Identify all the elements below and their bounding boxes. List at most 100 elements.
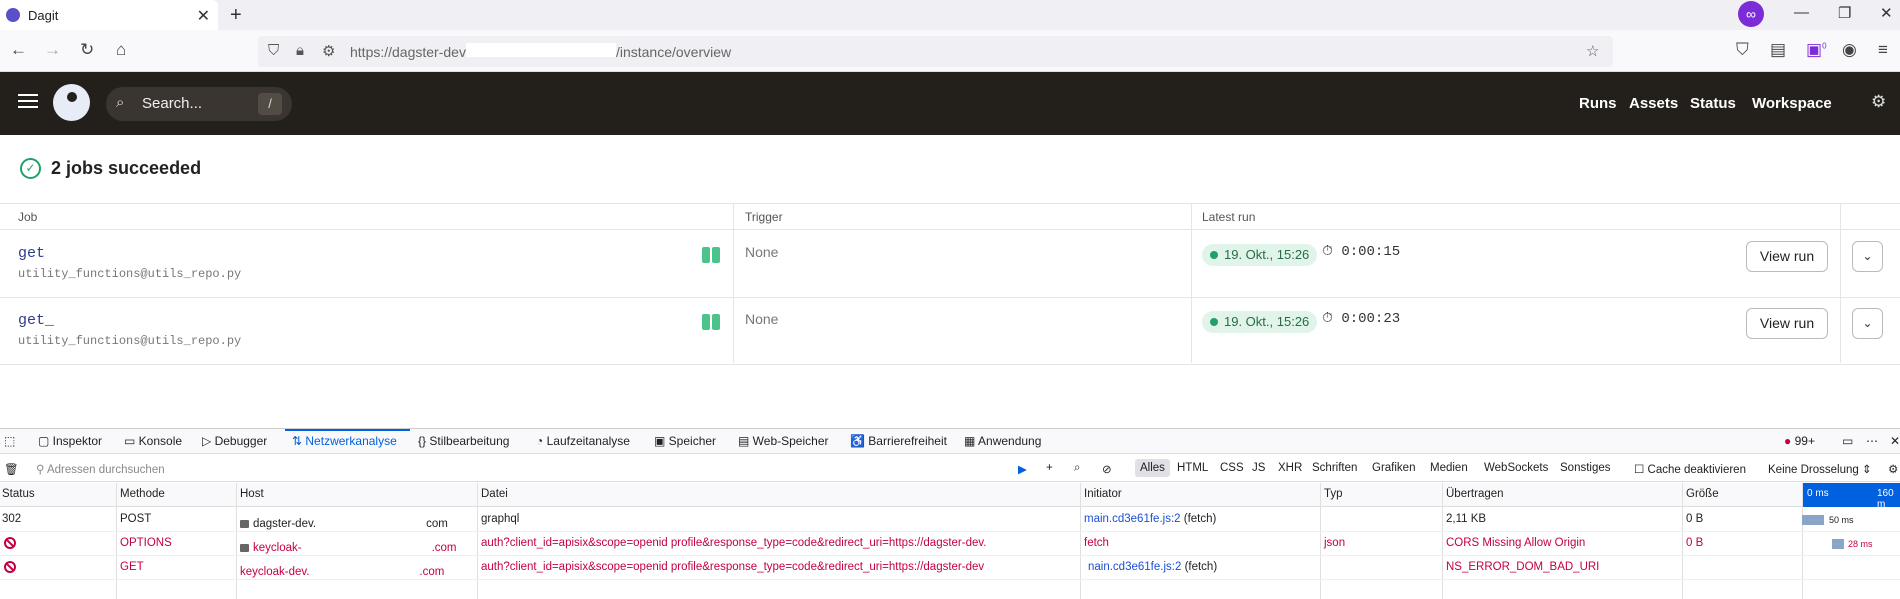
tab-memory[interactable]: ▣ Speicher <box>654 434 716 448</box>
dock-icon[interactable]: ▭ <box>1842 434 1853 448</box>
permissions-icon[interactable]: ⚙ <box>322 42 335 60</box>
view-run-button[interactable]: View run <box>1746 241 1828 272</box>
lock-icon[interactable]: 🔒︎ <box>296 42 304 59</box>
block-icon[interactable]: ⊘ <box>1102 462 1112 476</box>
dagster-logo[interactable] <box>53 84 90 121</box>
filter-websockets[interactable]: WebSockets <box>1484 462 1548 474</box>
filter-images[interactable]: Grafiken <box>1372 462 1415 474</box>
filter-all[interactable]: Alles <box>1135 459 1170 477</box>
tab-inspector[interactable]: ▢ Inspektor <box>38 434 102 448</box>
request-host: keycloak- .com <box>240 537 457 554</box>
filter-html[interactable]: HTML <box>1177 462 1208 474</box>
request-initiator[interactable]: nain.cd3e61fe.js:2 (fetch) <box>1088 561 1217 573</box>
network-request-row[interactable]: GET keycloak-dev. .com auth?client_id=api… <box>0 556 1900 580</box>
add-icon[interactable]: + <box>1046 462 1053 474</box>
view-run-button[interactable]: View run <box>1746 308 1828 339</box>
reload-icon[interactable]: ↻ <box>80 40 94 60</box>
lock-icon <box>240 520 249 528</box>
column-host[interactable]: Host <box>240 488 264 500</box>
job-name-link[interactable]: get <box>18 243 186 262</box>
sidebar-icon[interactable]: ▤ <box>1770 40 1786 60</box>
menu-icon[interactable]: ≡ <box>1878 40 1888 60</box>
filter-js[interactable]: JS <box>1252 462 1265 474</box>
home-icon[interactable]: ⌂ <box>116 40 126 60</box>
clear-trash-icon[interactable]: 🗑︎ <box>4 462 19 476</box>
nav-assets[interactable]: Assets <box>1629 95 1678 112</box>
filter-xhr[interactable]: XHR <box>1278 462 1302 474</box>
browser-tab[interactable]: Dagit ✕ <box>0 0 218 30</box>
column-method[interactable]: Methode <box>120 488 165 500</box>
window-close-icon[interactable]: ✕ <box>1880 4 1893 22</box>
hamburger-menu-icon[interactable] <box>18 94 38 108</box>
request-size: 0 B <box>1686 537 1704 549</box>
tab-debugger[interactable]: ▷ Debugger <box>202 434 267 448</box>
filter-fonts[interactable]: Schriften <box>1312 462 1357 474</box>
bookmark-star-icon[interactable]: ☆ <box>1586 42 1599 60</box>
search-icon[interactable]: ⌕ <box>1074 462 1080 475</box>
network-request-row[interactable]: OPTIONS keycloak- .com auth?client_id=api… <box>0 532 1900 556</box>
settings-gear-icon[interactable]: ⚙ <box>1871 92 1886 112</box>
request-host: dagster-dev. com <box>240 513 448 530</box>
column-initiator[interactable]: Initiator <box>1084 488 1122 500</box>
tab-accessibility[interactable]: ♿ Barrierefreiheit <box>850 434 947 448</box>
nav-status[interactable]: Status <box>1690 95 1736 112</box>
filter-css[interactable]: CSS <box>1220 462 1244 474</box>
chevron-down-icon[interactable]: ⌄ <box>1852 241 1883 272</box>
tab-close-icon[interactable]: ✕ <box>197 6 210 26</box>
url-text: https://dagster-dev/instance/overview <box>350 43 732 60</box>
nav-runs[interactable]: Runs <box>1579 95 1617 112</box>
waterfall-bar <box>1832 539 1844 549</box>
column-transferred[interactable]: Übertragen <box>1446 488 1504 500</box>
pocket-icon[interactable]: ⛉ <box>1736 40 1749 60</box>
play-icon[interactable]: ▶ <box>1018 462 1027 476</box>
timer-icon: ⏱ <box>1322 244 1342 260</box>
nav-workspace[interactable]: Workspace <box>1752 95 1832 112</box>
search-box[interactable]: ⌕ Search... / <box>106 87 292 121</box>
column-size[interactable]: Größe <box>1686 488 1719 500</box>
url-filter-input[interactable]: ⚲ Adressen durchsuchen <box>36 462 165 476</box>
tab-title: Dagit <box>28 7 59 23</box>
tab-storage[interactable]: ▤ Web-Speicher <box>738 434 829 448</box>
run-status-tag[interactable]: 19. Okt., 15:26 <box>1202 311 1318 333</box>
new-tab-button[interactable]: + <box>230 4 242 27</box>
column-status[interactable]: Status <box>2 488 35 500</box>
back-icon[interactable]: ← <box>10 40 27 60</box>
column-file[interactable]: Datei <box>481 488 508 500</box>
tab-network[interactable]: ⇅ Netzwerkanalyse <box>292 434 397 448</box>
column-waterfall[interactable]: 0 ms 160 m <box>1803 483 1900 510</box>
element-picker-icon[interactable]: ⬚ <box>4 434 15 448</box>
chevron-down-icon[interactable]: ⌄ <box>1852 308 1883 339</box>
tab-console[interactable]: ▭ Konsole <box>124 434 182 448</box>
run-status-tag[interactable]: 19. Okt., 15:26 <box>1202 244 1318 266</box>
minimize-icon[interactable]: — <box>1794 4 1809 21</box>
run-history-sparkline[interactable] <box>702 314 722 335</box>
network-table-header: Status Methode Host Datei Initiator Typ … <box>0 483 1900 510</box>
account-icon[interactable]: ◉ <box>1842 40 1857 60</box>
tab-application[interactable]: ▦ Anwendung <box>964 434 1041 448</box>
browser-toolbar: ← → ↻ ⌂ ⛉ 🔒︎ ⚙ https://dagster-dev/insta… <box>0 30 1900 72</box>
url-bar[interactable]: ⛉ 🔒︎ ⚙ https://dagster-dev/instance/over… <box>258 36 1613 67</box>
restore-icon[interactable]: ❐ <box>1838 4 1851 22</box>
filter-media[interactable]: Medien <box>1430 462 1468 474</box>
filter-other[interactable]: Sonstiges <box>1560 462 1611 474</box>
request-initiator[interactable]: main.cd3e61fe.js:2 (fetch) <box>1084 513 1216 525</box>
network-settings-gear-icon[interactable]: ⚙ <box>1888 462 1898 476</box>
request-initiator[interactable]: fetch <box>1084 537 1109 549</box>
more-options-icon[interactable]: ⋯ <box>1866 434 1878 448</box>
tab-style-editor[interactable]: {} Stilbearbeitung <box>418 434 509 448</box>
job-name-link[interactable]: get_ <box>18 310 175 329</box>
shield-icon[interactable]: ⛉ <box>268 42 279 59</box>
column-latest-run: Latest run <box>1202 210 1256 224</box>
forward-icon[interactable]: → <box>44 40 61 60</box>
request-transferred: CORS Missing Allow Origin <box>1446 537 1586 549</box>
request-file: graphql <box>481 513 520 525</box>
run-history-sparkline[interactable] <box>702 247 722 268</box>
tab-performance[interactable]: ◔ Laufzeitanalyse <box>536 434 630 448</box>
throttling-select[interactable]: Keine Drosselung ⇕ <box>1768 462 1872 476</box>
network-request-row[interactable]: 302 POST dagster-dev. com graphql main.cd… <box>0 508 1900 532</box>
error-count-badge[interactable]: ● 99+ <box>1784 434 1815 448</box>
devtools-close-icon[interactable]: ✕ <box>1890 434 1900 448</box>
disable-cache-checkbox[interactable]: ☐ Cache deaktivieren <box>1634 462 1746 476</box>
column-type[interactable]: Typ <box>1324 488 1343 500</box>
extension-icon[interactable]: ▣0 <box>1806 40 1827 60</box>
